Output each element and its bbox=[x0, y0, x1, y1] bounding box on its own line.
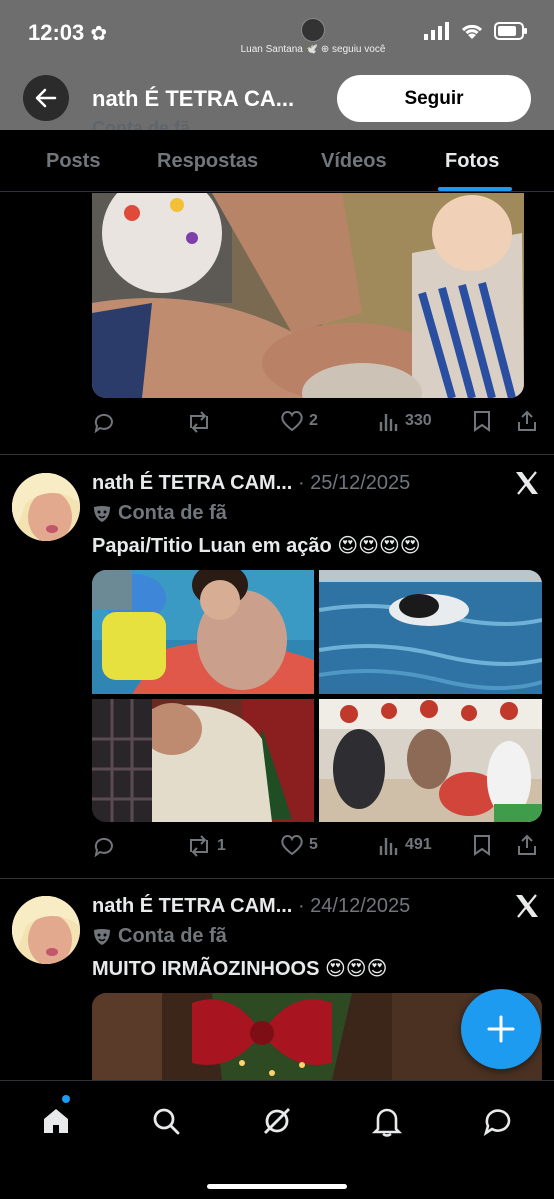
repost-button[interactable]: 1 bbox=[186, 834, 226, 858]
photo-christmas-couple[interactable] bbox=[92, 699, 314, 822]
share-button[interactable] bbox=[516, 410, 538, 432]
photo-pool-baby[interactable] bbox=[92, 570, 314, 694]
theater-masks-icon bbox=[94, 928, 110, 945]
repost-button[interactable] bbox=[186, 410, 217, 434]
avatar[interactable] bbox=[12, 896, 80, 964]
bookmark-icon bbox=[474, 411, 490, 432]
plus-icon bbox=[487, 1015, 515, 1043]
notification-text: Luan Santana 🕊️ ⊕ seguiu você bbox=[240, 44, 386, 55]
post-date[interactable]: · 25/12/2025 bbox=[298, 472, 410, 494]
post-date[interactable]: · 24/12/2025 bbox=[298, 895, 410, 917]
views-count: 330 bbox=[405, 412, 432, 429]
nav-notifications[interactable] bbox=[367, 1101, 407, 1141]
wifi-icon bbox=[461, 24, 483, 39]
active-tab-indicator bbox=[438, 187, 512, 191]
nav-home[interactable] bbox=[36, 1101, 76, 1141]
notifications-icon bbox=[372, 1108, 402, 1137]
share-icon bbox=[518, 410, 536, 431]
views-icon bbox=[379, 838, 398, 855]
follow-button[interactable]: Seguir bbox=[337, 75, 531, 122]
heart-icon bbox=[281, 835, 303, 856]
notification-avatar bbox=[301, 18, 325, 42]
follow-notification[interactable]: Luan Santana 🕊️ ⊕ seguiu você bbox=[208, 14, 418, 64]
tab-videos[interactable]: Vídeos bbox=[321, 150, 387, 173]
messages-icon bbox=[483, 1109, 511, 1137]
post-photo-grid bbox=[92, 570, 542, 822]
avatar-image bbox=[12, 473, 80, 541]
views-button[interactable]: 330 bbox=[378, 410, 432, 432]
post-actions: 1 5 491 bbox=[92, 834, 542, 862]
bookmark-button[interactable] bbox=[472, 410, 492, 432]
fan-badge-row: Conta de fã bbox=[92, 925, 227, 948]
status-icons bbox=[424, 22, 528, 40]
author-name[interactable]: nath É TETRA CAM... bbox=[92, 472, 292, 494]
reply-button[interactable] bbox=[92, 834, 121, 858]
home-indicator bbox=[207, 1184, 347, 1189]
theater-masks-icon bbox=[94, 505, 110, 522]
repost-count: 1 bbox=[217, 837, 226, 854]
reply-icon bbox=[94, 837, 113, 858]
views-icon bbox=[379, 414, 398, 431]
photo-pool-dog[interactable] bbox=[319, 570, 542, 694]
like-button[interactable]: 2 bbox=[280, 410, 318, 432]
share-icon bbox=[518, 834, 536, 855]
back-button[interactable] bbox=[23, 75, 69, 121]
post-photo[interactable] bbox=[92, 193, 524, 398]
fan-badge-label: Conta de fã bbox=[118, 502, 227, 524]
reply-button[interactable] bbox=[92, 410, 121, 434]
search-icon bbox=[153, 1108, 180, 1135]
nav-messages[interactable] bbox=[478, 1101, 518, 1141]
like-count: 2 bbox=[309, 412, 318, 429]
like-button[interactable]: 5 bbox=[280, 834, 318, 856]
nav-search[interactable] bbox=[146, 1101, 186, 1141]
battery-icon bbox=[494, 22, 527, 40]
share-button[interactable] bbox=[516, 834, 538, 856]
compose-button[interactable] bbox=[461, 989, 541, 1069]
photo-family-living-room[interactable] bbox=[319, 699, 542, 822]
post-divider bbox=[0, 878, 554, 879]
views-button[interactable]: 491 bbox=[378, 834, 432, 856]
bookmark-icon bbox=[474, 835, 490, 856]
bottom-navigation bbox=[0, 1080, 554, 1199]
tab-photos[interactable]: Fotos bbox=[445, 150, 499, 173]
post-author-row: nath É TETRA CAM... · 24/12/2025 bbox=[92, 895, 512, 918]
tab-replies[interactable]: Respostas bbox=[157, 150, 258, 173]
like-count: 5 bbox=[309, 836, 318, 853]
repost-icon bbox=[190, 411, 208, 433]
post-author-row: nath É TETRA CAM... · 25/12/2025 bbox=[92, 472, 512, 495]
header-subtitle: Conta de fã bbox=[92, 118, 191, 130]
nav-grok[interactable] bbox=[257, 1101, 297, 1141]
signal-icon bbox=[424, 22, 449, 40]
repost-icon bbox=[190, 835, 208, 857]
status-bar: 12:03 ✿ Luan Santana 🕊️ ⊕ seguiu você bbox=[0, 0, 554, 70]
reply-icon bbox=[94, 413, 113, 434]
avatar[interactable] bbox=[12, 473, 80, 541]
x-logo-icon bbox=[516, 471, 538, 495]
grok-icon bbox=[264, 1108, 290, 1134]
tab-posts[interactable]: Posts bbox=[46, 150, 100, 173]
heart-icon bbox=[281, 411, 303, 432]
home-notification-dot bbox=[62, 1095, 70, 1103]
home-icon bbox=[44, 1109, 68, 1133]
profile-header: nath É TETRA CA... Seguir bbox=[0, 70, 554, 130]
author-name[interactable]: nath É TETRA CAM... bbox=[92, 895, 292, 917]
fan-badge-row: Conta de fã bbox=[92, 502, 227, 525]
photo-image bbox=[92, 193, 524, 398]
arrow-left-icon bbox=[35, 88, 57, 108]
post-divider bbox=[0, 454, 554, 455]
x-logo-icon bbox=[516, 894, 538, 918]
post-text: MUITO IRMÃOZINHOOS 😍😍😍 bbox=[92, 958, 388, 980]
status-time: 12:03 ✿ bbox=[28, 20, 108, 45]
profile-tabs: Posts Respostas Vídeos Fotos bbox=[0, 130, 554, 192]
avatar-image bbox=[12, 896, 80, 964]
post-text: Papai/Titio Luan em ação 😍😍😍😍 bbox=[92, 535, 421, 557]
profile-title: nath É TETRA CA... bbox=[92, 86, 295, 111]
views-count: 491 bbox=[405, 836, 432, 853]
post-actions: 2 330 bbox=[92, 410, 542, 438]
fan-badge-label: Conta de fã bbox=[118, 925, 227, 947]
bookmark-button[interactable] bbox=[472, 834, 492, 856]
